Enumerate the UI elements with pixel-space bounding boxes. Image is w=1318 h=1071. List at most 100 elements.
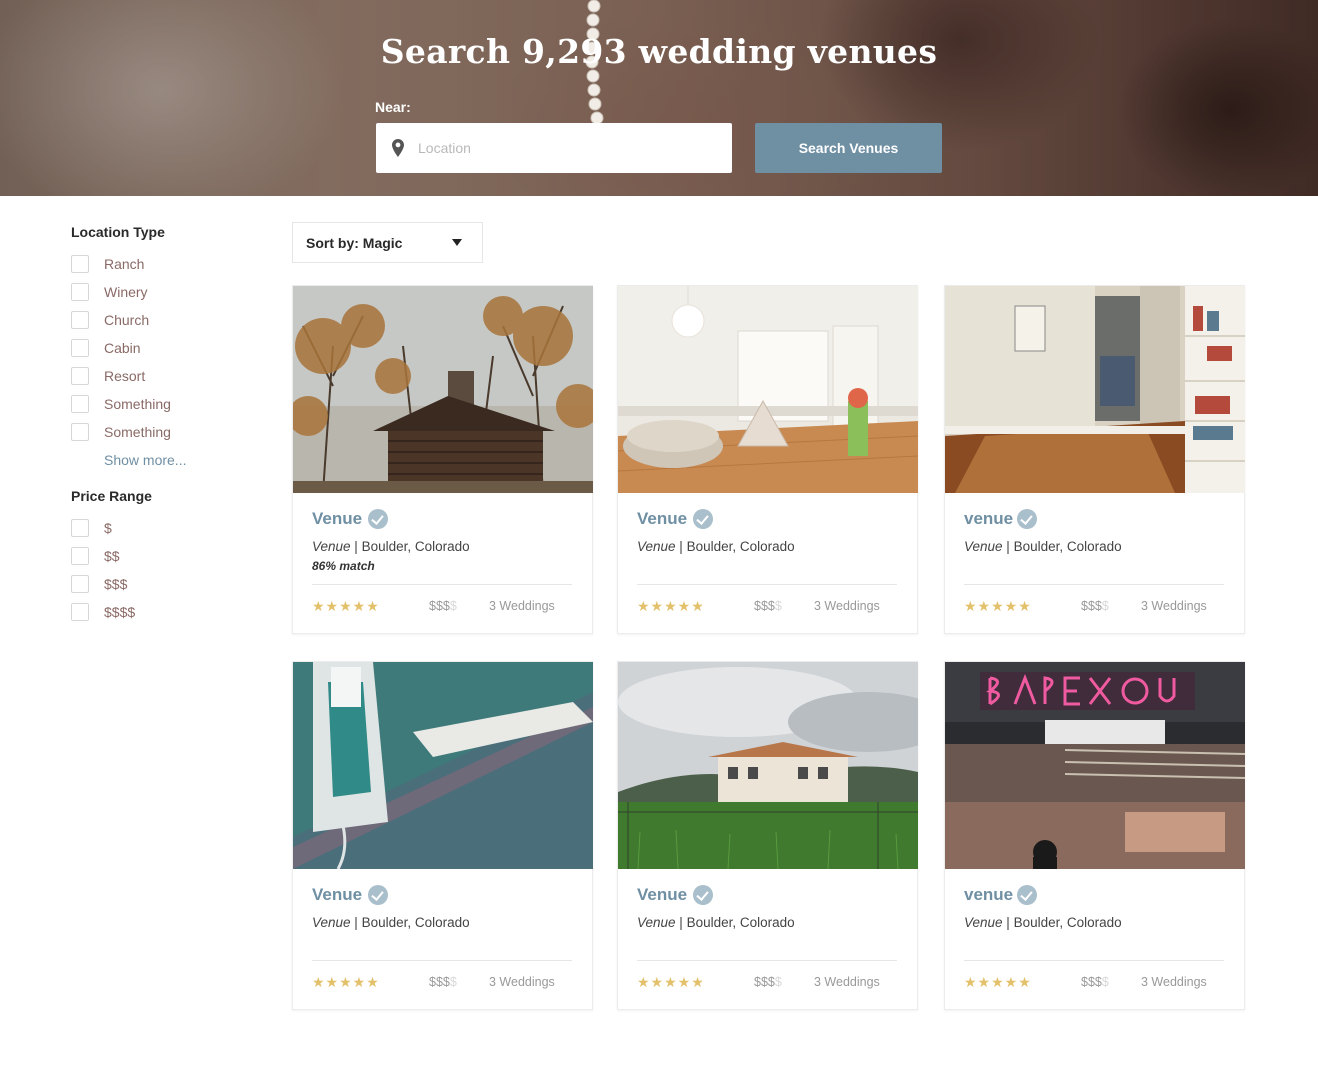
- venue-location: Boulder, Colorado: [361, 915, 470, 930]
- star-rating: ★★★★★: [637, 598, 705, 614]
- star-rating: ★★★★★: [312, 598, 380, 614]
- filter-price-2[interactable]: $$: [71, 542, 271, 570]
- venue-meta: Venue | Boulder, Colorado: [637, 915, 795, 930]
- divider: [637, 960, 897, 961]
- sort-dropdown[interactable]: Sort by: Magic: [292, 222, 483, 263]
- checkbox[interactable]: [71, 255, 89, 273]
- location-field[interactable]: [376, 123, 732, 173]
- filter-something-2[interactable]: Something: [71, 418, 271, 446]
- price-level: $$$$: [429, 599, 457, 613]
- divider: [964, 960, 1224, 961]
- show-more-link[interactable]: Show more...: [104, 446, 271, 474]
- venue-card[interactable]: venue Venue | Boulder, Colorado ★★★★★ $$…: [944, 661, 1245, 1010]
- checkbox[interactable]: [71, 283, 89, 301]
- filter-label: Church: [104, 312, 150, 328]
- sort-value: Magic: [362, 235, 403, 251]
- venue-card[interactable]: Venue Venue | Boulder, Colorado ★★★★★ $$…: [617, 285, 918, 634]
- venue-meta: Venue | Boulder, Colorado: [964, 539, 1122, 554]
- venue-card[interactable]: Venue Venue | Boulder, Colorado 86% matc…: [292, 285, 593, 634]
- checkbox[interactable]: [71, 423, 89, 441]
- star-rating: ★★★★★: [964, 974, 1032, 990]
- checkbox[interactable]: [71, 311, 89, 329]
- venue-name[interactable]: Venue: [312, 509, 362, 529]
- checkbox[interactable]: [71, 547, 89, 565]
- price-level: $$$$: [754, 975, 782, 989]
- filter-ranch[interactable]: Ranch: [71, 250, 271, 278]
- checkbox[interactable]: [71, 519, 89, 537]
- venue-meta: Venue | Boulder, Colorado: [312, 539, 470, 554]
- checkbox[interactable]: [71, 575, 89, 593]
- venue-location: Boulder, Colorado: [361, 539, 470, 554]
- check-circle-icon: [368, 885, 388, 905]
- checkbox[interactable]: [71, 367, 89, 385]
- checkbox[interactable]: [71, 395, 89, 413]
- filter-church[interactable]: Church: [71, 306, 271, 334]
- price-inactive: $: [449, 975, 457, 989]
- check-circle-icon: [1017, 509, 1037, 529]
- divider: [964, 584, 1224, 585]
- filter-label: Something: [104, 396, 171, 412]
- checkbox[interactable]: [71, 603, 89, 621]
- venue-type: Venue: [964, 915, 1003, 930]
- hero-banner: Search 9,293 wedding venues Near: Search…: [0, 0, 1318, 196]
- filter-winery[interactable]: Winery: [71, 278, 271, 306]
- filter-label: Resort: [104, 368, 146, 384]
- venue-name[interactable]: Venue: [637, 885, 687, 905]
- price-active: $$$: [754, 599, 775, 613]
- venue-photo[interactable]: [293, 662, 593, 869]
- filter-resort[interactable]: Resort: [71, 362, 271, 390]
- price-active: $$$: [429, 599, 450, 613]
- check-circle-icon: [1017, 885, 1037, 905]
- venue-location: Boulder, Colorado: [1013, 539, 1122, 554]
- venue-photo[interactable]: [945, 662, 1245, 869]
- venue-name[interactable]: venue: [964, 509, 1013, 529]
- filter-cabin[interactable]: Cabin: [71, 334, 271, 362]
- venue-card[interactable]: Venue Venue | Boulder, Colorado ★★★★★ $$…: [617, 661, 918, 1010]
- page-title: Search 9,293 wedding venues: [380, 32, 938, 71]
- venue-location: Boulder, Colorado: [686, 539, 795, 554]
- venue-photo[interactable]: [618, 286, 918, 493]
- venue-type: Venue: [312, 915, 351, 930]
- price-active: $$$: [754, 975, 775, 989]
- weddings-count: 3 Weddings: [1141, 599, 1207, 613]
- price-range-filter: Price Range $ $$ $$$ $$$$: [71, 488, 271, 626]
- filter-price-3[interactable]: $$$: [71, 570, 271, 598]
- venue-photo[interactable]: [945, 286, 1245, 493]
- price-level: $$$$: [1081, 975, 1109, 989]
- filter-price-1[interactable]: $: [71, 514, 271, 542]
- weddings-count: 3 Weddings: [814, 599, 880, 613]
- location-input[interactable]: [418, 123, 718, 173]
- venue-type: Venue: [964, 539, 1003, 554]
- divider: [312, 584, 572, 585]
- filter-label: $: [104, 520, 112, 536]
- price-inactive: $: [449, 599, 457, 613]
- location-type-filter: Location Type Ranch Winery Church Cabin …: [71, 224, 271, 474]
- venue-name[interactable]: venue: [964, 885, 1013, 905]
- venue-card[interactable]: Venue Venue | Boulder, Colorado ★★★★★ $$…: [292, 661, 593, 1010]
- filter-price-4[interactable]: $$$$: [71, 598, 271, 626]
- venue-name[interactable]: Venue: [312, 885, 362, 905]
- price-level: $$$$: [754, 599, 782, 613]
- weddings-count: 3 Weddings: [489, 599, 555, 613]
- filter-label: Ranch: [104, 256, 145, 272]
- search-venues-button[interactable]: Search Venues: [755, 123, 942, 173]
- checkbox[interactable]: [71, 339, 89, 357]
- price-level: $$$$: [429, 975, 457, 989]
- venue-photo[interactable]: [618, 662, 918, 869]
- filter-label: Winery: [104, 284, 148, 300]
- filter-something-1[interactable]: Something: [71, 390, 271, 418]
- sort-prefix: Sort by:: [306, 235, 359, 251]
- near-label: Near:: [375, 99, 411, 115]
- venue-meta: Venue | Boulder, Colorado: [637, 539, 795, 554]
- star-rating: ★★★★★: [637, 974, 705, 990]
- venue-type: Venue: [637, 539, 676, 554]
- check-circle-icon: [368, 509, 388, 529]
- filter-label: $$: [104, 548, 120, 564]
- caret-down-icon: [452, 239, 462, 246]
- venue-photo[interactable]: [293, 286, 593, 493]
- weddings-count: 3 Weddings: [1141, 975, 1207, 989]
- venue-name[interactable]: Venue: [637, 509, 687, 529]
- weddings-count: 3 Weddings: [489, 975, 555, 989]
- venue-card[interactable]: venue Venue | Boulder, Colorado ★★★★★ $$…: [944, 285, 1245, 634]
- sort-label: Sort by: Magic: [306, 235, 402, 251]
